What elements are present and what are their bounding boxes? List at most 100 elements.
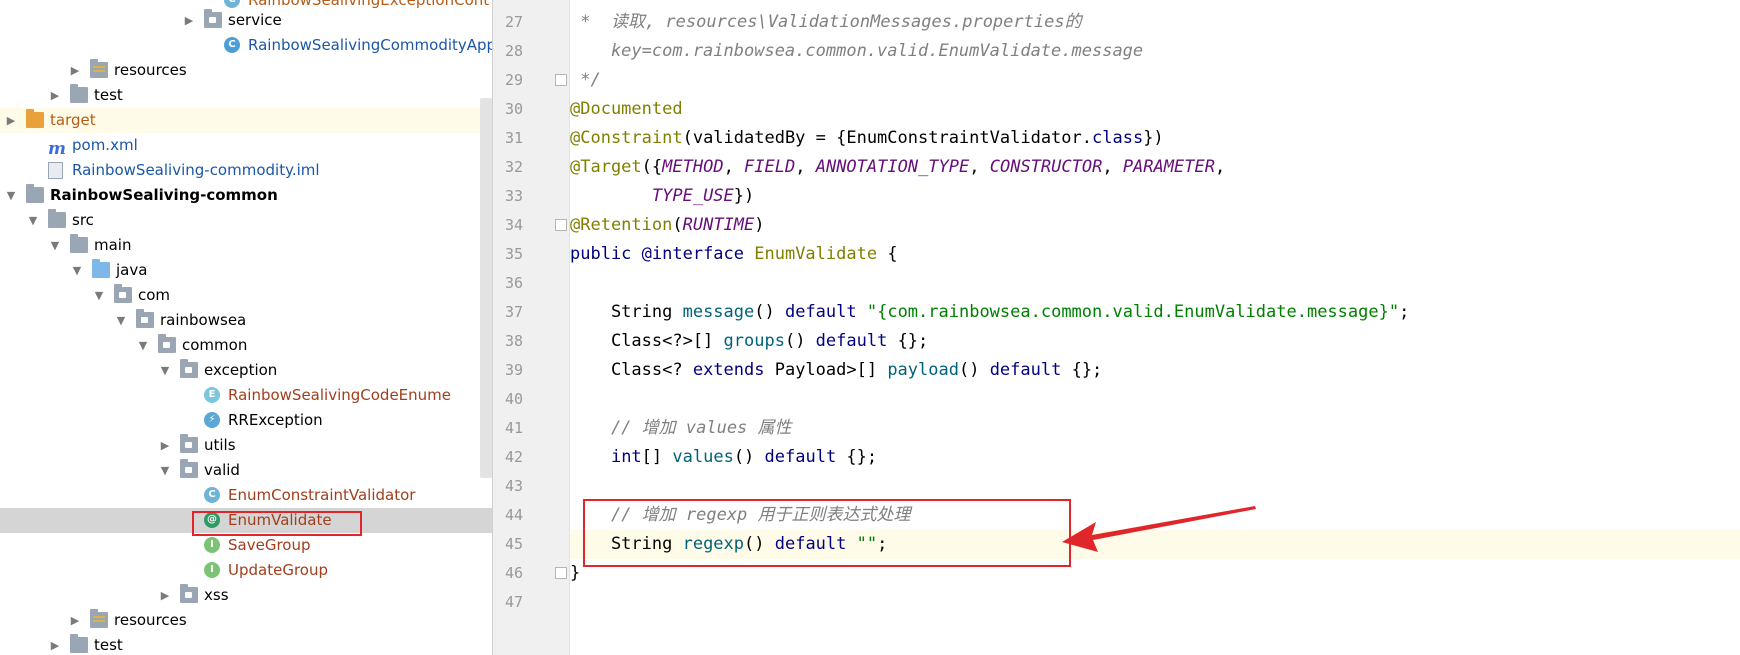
chevron-down-icon[interactable]: ▼ (4, 183, 18, 208)
chevron-down-icon[interactable]: ▼ (92, 283, 106, 308)
folder-icon (92, 259, 110, 278)
tree-item-label: service (228, 11, 282, 29)
code-token: // 增加 values 属性 (570, 418, 792, 438)
tree-item[interactable]: ▼ exception (0, 358, 492, 383)
class-icon: C (224, 0, 240, 8)
code-line[interactable]: TYPE_USE}) (570, 182, 1740, 211)
chevron-down-icon[interactable]: ▼ (114, 308, 128, 333)
tree-item[interactable]: ⚡ RRException (0, 408, 492, 433)
code-line[interactable]: Class<? extends Payload>[] payload() def… (570, 356, 1740, 385)
code-line[interactable] (570, 588, 1740, 617)
folder-icon (204, 9, 222, 28)
tree-item[interactable]: ▶ xss (0, 583, 492, 608)
tree-item-label: resources (114, 61, 187, 79)
chevron-down-icon[interactable]: ▼ (48, 233, 62, 258)
code-line[interactable]: @Documented (570, 95, 1740, 124)
code-token: TYPE_USE (651, 186, 734, 206)
chevron-right-icon[interactable]: ▶ (4, 108, 18, 133)
line-number-gutter: 27 28 29 30 31 32 33 34 35 36 37 38 39 40 41 42 43 44 45 46… (492, 0, 570, 655)
chevron-right-icon[interactable]: ▶ (48, 633, 62, 655)
code-line[interactable]: key=com.rainbowsea.common.valid.EnumVali… (570, 37, 1740, 66)
code-token: Class<? (570, 360, 693, 380)
chevron-down-icon[interactable]: ▼ (136, 333, 150, 358)
tree-item[interactable]: ▶ utils (0, 433, 492, 458)
code-line[interactable]: String message() default "{com.rainbowse… (570, 298, 1740, 327)
tree-item[interactable]: m pom.xml (0, 133, 492, 159)
chevron-right-icon[interactable]: ▶ (158, 433, 172, 458)
code-token: * 读取, resources\ValidationMessages.prope… (570, 12, 1082, 32)
code-token: ; (1399, 302, 1410, 322)
folder-icon (70, 634, 88, 653)
chevron-down-icon[interactable]: ▼ (158, 458, 172, 483)
code-line[interactable]: */ (570, 66, 1740, 95)
line-number: 31 (504, 129, 523, 147)
chevron-down-icon[interactable]: ▼ (70, 258, 84, 283)
code-line[interactable] (570, 269, 1740, 298)
tree-item-label: resources (114, 611, 187, 629)
tree-item[interactable]: ▼ RainbowSealiving-common (0, 183, 492, 208)
tree-item[interactable]: ▶ test (0, 633, 492, 655)
tree-item[interactable]: ▶ service (0, 8, 492, 33)
code-token: String (570, 302, 683, 322)
tree-item[interactable]: ▼ java (0, 258, 492, 283)
folder-icon (114, 284, 132, 303)
fold-icon[interactable] (555, 567, 567, 579)
tree-item[interactable]: ▶ test (0, 83, 492, 108)
tree-item[interactable]: RainbowSealiving-commodity.iml (0, 158, 492, 183)
tree-item-label: EnumConstraintValidator (228, 486, 416, 504)
code-line[interactable]: @Constraint(validatedBy = {EnumConstrain… (570, 124, 1740, 153)
fold-icon[interactable] (555, 219, 567, 231)
code-line[interactable] (570, 385, 1740, 414)
code-line[interactable]: Class<?>[] groups() default {}; (570, 327, 1740, 356)
fold-icon[interactable] (555, 74, 567, 86)
tree-item[interactable]: ▶ resources (0, 608, 492, 633)
line-number: 28 (504, 42, 523, 60)
tree-item[interactable]: ▼ rainbowsea (0, 308, 492, 333)
tree-item[interactable]: ▶ resources (0, 58, 492, 83)
tree-item[interactable]: ▼ valid (0, 458, 492, 483)
tree-item[interactable]: C EnumConstraintValidator (0, 483, 492, 508)
code-token: RUNTIME (682, 215, 755, 235)
class-icon: C (204, 487, 220, 503)
code-line[interactable]: int[] values() default {}; (570, 443, 1740, 472)
line-number: 39 (504, 361, 523, 379)
tree-item[interactable]: E RainbowSealivingCodeEnume (0, 383, 492, 408)
code-line[interactable]: @Target({METHOD, FIELD, ANNOTATION_TYPE,… (570, 153, 1740, 182)
chevron-right-icon[interactable]: ▶ (158, 583, 172, 608)
chevron-down-icon[interactable]: ▼ (26, 208, 40, 233)
tree-item[interactable]: I SaveGroup (0, 533, 492, 558)
chevron-down-icon[interactable]: ▼ (158, 358, 172, 383)
code-line[interactable]: @Retention(RUNTIME) (570, 211, 1740, 240)
tree-item[interactable]: ▼ com (0, 283, 492, 308)
code-token: default (784, 302, 867, 322)
chevron-right-icon[interactable]: ▶ (48, 83, 62, 108)
line-number: 37 (504, 303, 523, 321)
line-number: 38 (504, 332, 523, 350)
chevron-right-icon[interactable]: ▶ (68, 608, 82, 633)
code-line[interactable] (570, 472, 1740, 501)
tree-item[interactable]: I UpdateGroup (0, 558, 492, 583)
code-token: class (1092, 128, 1144, 148)
code-token: ) (754, 215, 765, 235)
code-line[interactable]: * 读取, resources\ValidationMessages.prope… (570, 8, 1740, 37)
code-line[interactable]: public @interface EnumValidate { (570, 240, 1740, 269)
tree-item[interactable]: ▶ target (0, 108, 492, 133)
tree-item-label: SaveGroup (228, 536, 311, 554)
tree-item[interactable]: ▼ main (0, 233, 492, 258)
code-token: {}; (897, 331, 929, 351)
tree-item-label: pom.xml (72, 136, 138, 154)
folder-icon (70, 84, 88, 103)
tree-scrollbar[interactable] (480, 98, 492, 478)
tree-item-label: exception (204, 361, 278, 379)
code-token: , (795, 157, 816, 177)
chevron-right-icon[interactable]: ▶ (68, 58, 82, 83)
project-tree[interactable]: CRainbowSealivingExceptionCont▶serviceCR… (0, 0, 492, 655)
tree-item[interactable]: ▼ common (0, 333, 492, 358)
code-token: FIELD (744, 157, 796, 177)
code-token: @interface (641, 244, 755, 264)
tree-item[interactable]: ▼ src (0, 208, 492, 233)
tree-item[interactable]: C RainbowSealivingCommodityApplica (0, 33, 492, 58)
chevron-right-icon[interactable]: ▶ (182, 8, 196, 33)
code-line[interactable]: // 增加 values 属性 (570, 414, 1740, 443)
folder-icon (26, 109, 44, 128)
